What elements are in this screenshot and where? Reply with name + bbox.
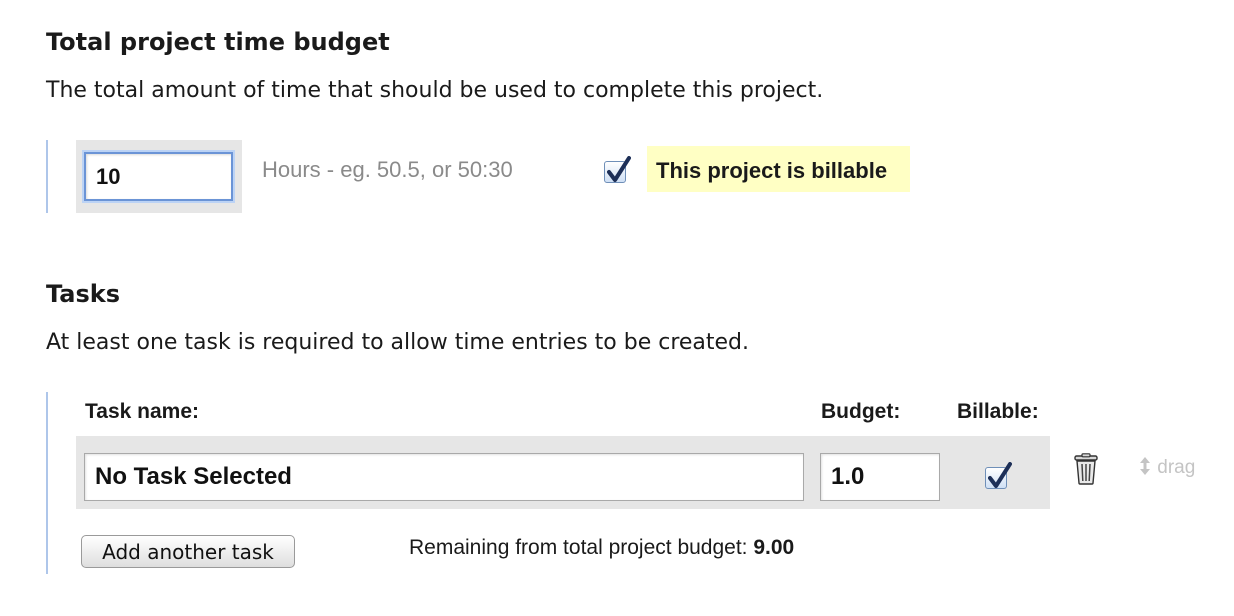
hours-hint: Hours - eg. 50.5, or 50:30 [262,157,513,182]
project-billable-label[interactable]: This project is billable [647,146,910,192]
budget-column-header: Budget: [821,400,901,423]
trash-icon[interactable] [1073,453,1099,485]
remaining-budget-value: 9.00 [753,536,795,559]
task-name-input[interactable] [84,453,804,501]
task-billable-checkbox[interactable] [985,462,1012,489]
budget-group-bar [46,140,48,213]
tasks-section-description: At least one task is required to allow t… [46,330,750,355]
tasks-group-bar [46,392,48,574]
tasks-section-title: Tasks [46,280,121,308]
task-budget-input[interactable] [820,453,940,501]
remaining-budget: Remaining from total project budget: 9.0… [409,536,794,560]
checkmark-icon [607,156,631,182]
checkmark-icon [988,462,1012,488]
updown-arrow-icon [1140,457,1150,475]
budget-section-title: Total project time budget [46,28,390,56]
task-name-column-header: Task name: [85,400,199,423]
remaining-budget-label: Remaining from total project budget: [409,536,748,559]
drag-label: drag [1157,457,1196,478]
budget-section-description: The total amount of time that should be … [46,78,824,103]
add-another-task-button[interactable]: Add another task [81,535,295,568]
project-billable-checkbox[interactable] [604,156,631,183]
task-drag-handle[interactable]: drag [1138,456,1195,479]
billable-column-header: Billable: [957,400,1039,423]
hours-budget-input[interactable] [84,152,233,201]
